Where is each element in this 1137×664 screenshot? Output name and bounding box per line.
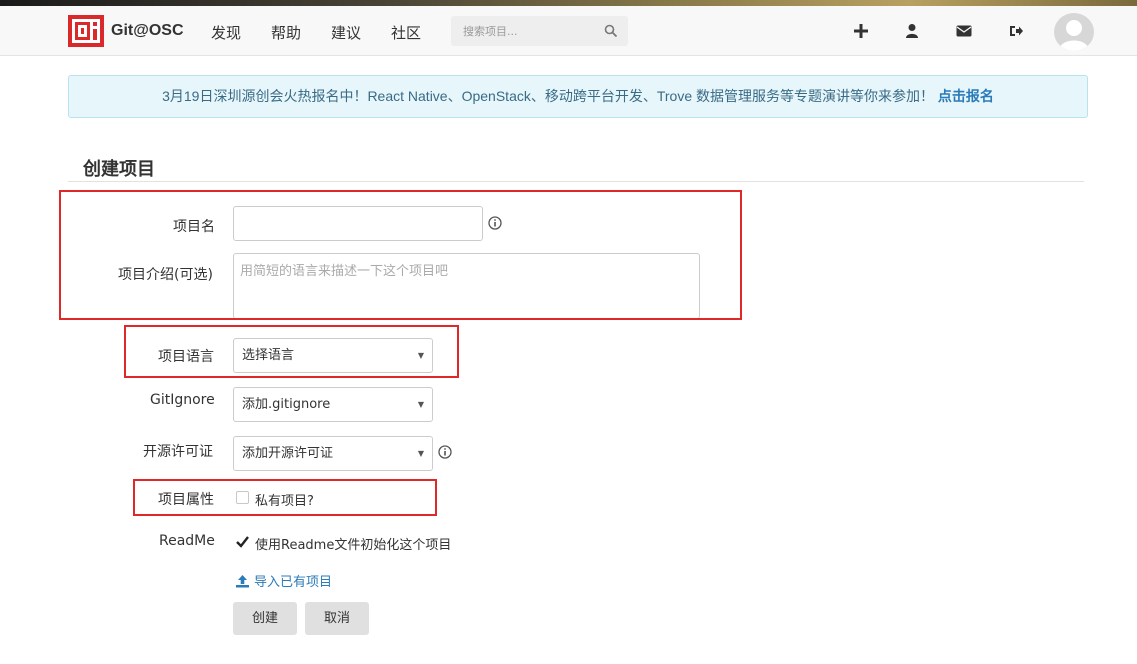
nav-link-community[interactable]: 社区	[391, 22, 421, 43]
chevron-down-icon: ▼	[417, 449, 424, 458]
search-box	[451, 16, 628, 46]
readme-checkbox-label[interactable]: 使用Readme文件初始化这个项目	[255, 534, 451, 553]
create-button[interactable]: 创建	[233, 602, 297, 635]
private-project-checkbox[interactable]	[236, 491, 249, 504]
chevron-down-icon: ▼	[417, 351, 424, 360]
project-language-label: 项目语言	[158, 349, 214, 365]
language-select-value: 选择语言	[242, 348, 295, 363]
git-osc-logo-icon[interactable]	[68, 15, 104, 47]
license-select-value: 添加开源许可证	[242, 446, 334, 461]
language-select[interactable]: 选择语言 ▼	[233, 338, 433, 373]
nav-link-discover[interactable]: 发现	[211, 22, 241, 43]
gitignore-select-value: 添加.gitignore	[242, 397, 331, 412]
gitignore-label: GitIgnore	[150, 392, 215, 408]
project-description-textarea[interactable]	[233, 253, 700, 319]
search-input[interactable]	[451, 16, 591, 46]
license-select[interactable]: 添加开源许可证 ▼	[233, 436, 433, 471]
divider	[68, 181, 1084, 182]
private-project-label[interactable]: 私有项目?	[255, 490, 314, 509]
search-icon[interactable]	[604, 24, 618, 38]
sign-out-icon[interactable]	[1007, 22, 1025, 40]
info-icon[interactable]	[438, 445, 452, 459]
gitignore-select[interactable]: 添加.gitignore ▼	[233, 387, 433, 422]
readme-checkbox[interactable]	[235, 535, 250, 549]
license-label: 开源许可证	[143, 444, 213, 460]
upload-icon	[236, 575, 249, 588]
banner-text: 3月19日深圳源创会火热报名中！React Native、OpenStack、移…	[162, 88, 935, 104]
page-title: 创建项目	[83, 159, 155, 180]
readme-label: ReadMe	[159, 533, 215, 549]
default-avatar-icon	[1059, 20, 1089, 51]
user-icon[interactable]	[903, 22, 921, 40]
nav-link-suggest[interactable]: 建议	[331, 22, 361, 43]
envelope-icon[interactable]	[955, 22, 973, 40]
project-name-label: 项目名	[173, 219, 215, 235]
banner-signup-link[interactable]: 点击报名	[938, 88, 994, 104]
top-navbar: Git@OSC 发现 帮助 建议 社区	[0, 6, 1137, 56]
nav-link-help[interactable]: 帮助	[271, 22, 301, 43]
event-banner: 3月19日深圳源创会火热报名中！React Native、OpenStack、移…	[68, 75, 1088, 118]
info-icon[interactable]	[488, 216, 502, 230]
project-description-label: 项目介绍(可选)	[118, 267, 213, 283]
project-property-label: 项目属性	[158, 492, 214, 508]
plus-icon[interactable]	[852, 22, 870, 40]
project-name-input[interactable]	[233, 206, 483, 241]
chevron-down-icon: ▼	[417, 400, 424, 409]
avatar[interactable]	[1054, 13, 1094, 51]
import-project-label: 导入已有项目	[254, 575, 333, 590]
import-project-link[interactable]: 导入已有项目	[235, 571, 332, 590]
brand-name[interactable]: Git@OSC	[111, 22, 184, 40]
cancel-button[interactable]: 取消	[305, 602, 369, 635]
